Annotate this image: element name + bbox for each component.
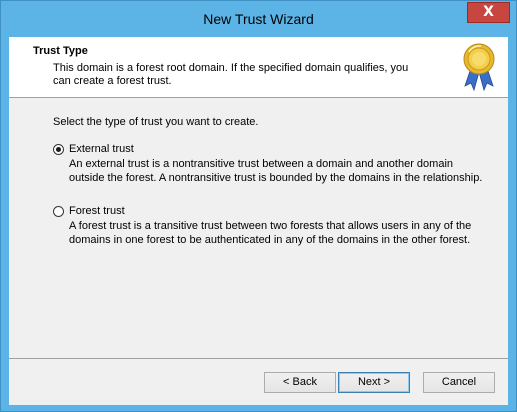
wizard-client-area: Trust Type This domain is a forest root … [9, 37, 508, 405]
forest-trust-label[interactable]: Forest trust [69, 205, 125, 217]
next-button[interactable]: Next > [338, 372, 410, 393]
close-icon: X [483, 4, 494, 20]
forest-trust-description: A forest trust is a transitive trust bet… [69, 220, 472, 246]
page-title: Trust Type [33, 45, 88, 57]
wizard-header: Trust Type This domain is a forest root … [9, 37, 508, 98]
close-button[interactable]: X [467, 2, 510, 23]
page-description: This domain is a forest root domain. If … [53, 62, 409, 87]
forest-trust-radio[interactable] [53, 206, 64, 217]
wizard-footer: < Back Next > Cancel [9, 358, 508, 406]
trust-type-prompt: Select the type of trust you want to cre… [53, 116, 259, 128]
title-bar[interactable]: New Trust Wizard X [1, 1, 516, 37]
wizard-window: New Trust Wizard X Trust Type This domai… [0, 0, 517, 412]
external-trust-radio[interactable] [53, 144, 64, 155]
cancel-button[interactable]: Cancel [423, 372, 495, 393]
award-ribbon-icon [463, 43, 495, 92]
wizard-body: Select the type of trust you want to cre… [9, 98, 508, 358]
window-title: New Trust Wizard [203, 11, 314, 27]
back-button[interactable]: < Back [264, 372, 336, 393]
external-trust-description: An external trust is a nontransitive tru… [69, 158, 483, 184]
external-trust-label[interactable]: External trust [69, 143, 134, 155]
